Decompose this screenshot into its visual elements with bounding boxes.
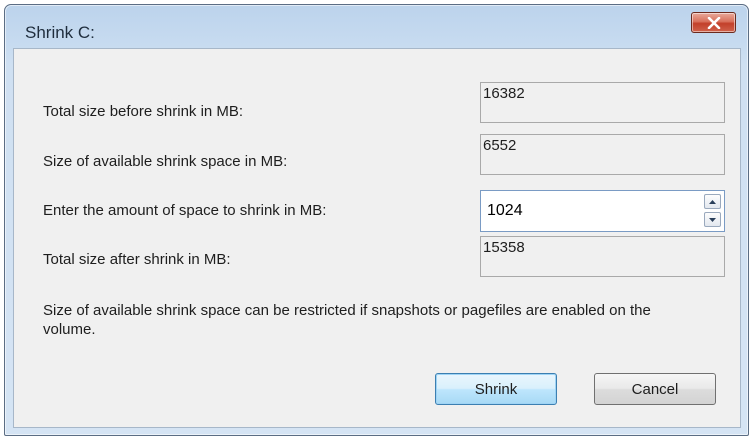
cancel-button[interactable]: Cancel bbox=[594, 373, 716, 405]
close-button[interactable] bbox=[691, 12, 736, 33]
available-shrink-label: Size of available shrink space in MB: bbox=[43, 153, 288, 170]
total-size-after-text: 15358 bbox=[483, 239, 525, 256]
total-size-before-text: 16382 bbox=[483, 85, 525, 102]
total-size-after-label: Total size after shrink in MB: bbox=[43, 251, 231, 268]
arrow-down-icon bbox=[709, 217, 716, 222]
dialog-body: Total size before shrink in MB: 16382 Si… bbox=[13, 48, 741, 428]
spin-down-button[interactable] bbox=[704, 212, 721, 227]
available-shrink-value: 6552 bbox=[480, 134, 725, 175]
shrink-button[interactable]: Shrink bbox=[435, 373, 557, 405]
title-bar[interactable]: Shrink C: bbox=[5, 5, 748, 47]
total-size-after-value: 15358 bbox=[480, 236, 725, 277]
spin-up-button[interactable] bbox=[704, 194, 721, 209]
shrink-amount-label: Enter the amount of space to shrink in M… bbox=[43, 202, 327, 219]
total-size-before-value: 16382 bbox=[480, 82, 725, 123]
total-size-before-label: Total size before shrink in MB: bbox=[43, 103, 244, 120]
arrow-up-icon bbox=[709, 199, 716, 204]
close-icon bbox=[707, 16, 720, 29]
shrink-amount-input[interactable] bbox=[487, 191, 687, 231]
shrink-dialog: Shrink C: Total size before shrink in MB… bbox=[4, 4, 749, 436]
window-title: Shrink C: bbox=[25, 23, 95, 42]
available-shrink-text: 6552 bbox=[483, 137, 517, 154]
shrink-amount-spinbox bbox=[480, 190, 725, 232]
restriction-note: Size of available shrink space can be re… bbox=[43, 302, 651, 338]
